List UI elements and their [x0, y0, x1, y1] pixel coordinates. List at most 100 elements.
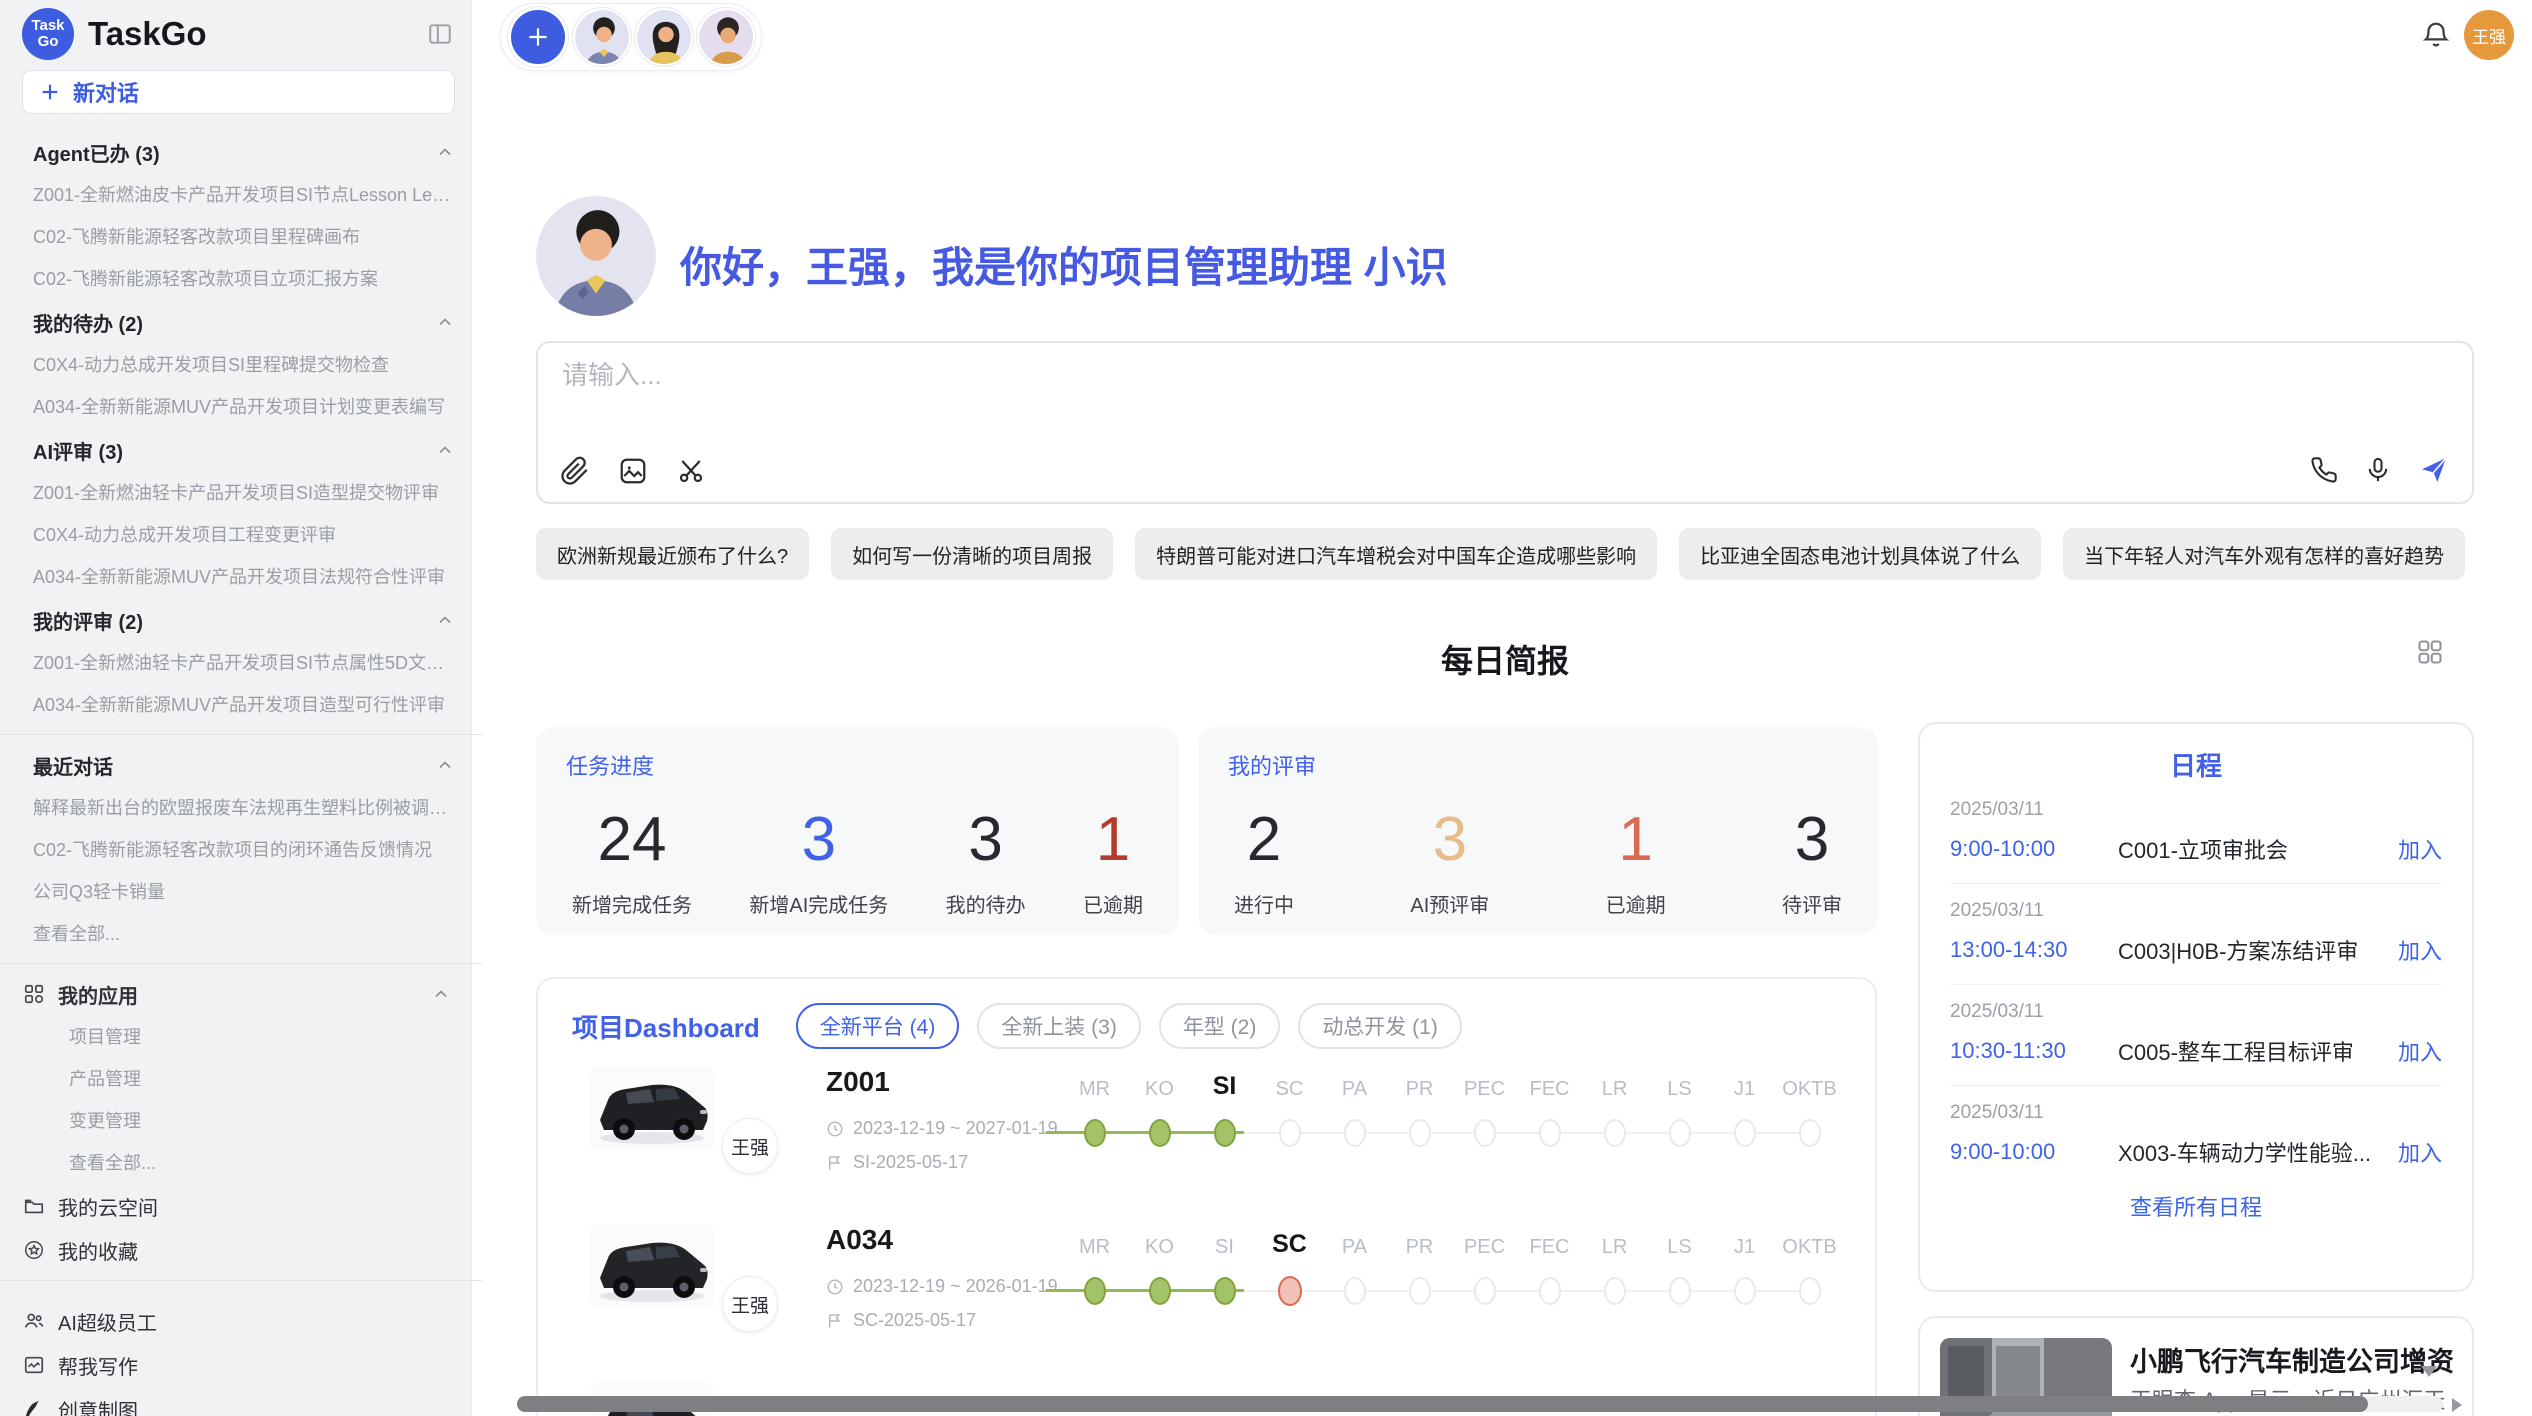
recent-chat-item[interactable]: 公司Q3轻卡销量 [33, 871, 455, 913]
sidebar-item[interactable]: A034-全新新能源MUV产品开发项目计划变更表编写 [33, 386, 455, 428]
sidebar-item-my-apps[interactable]: 我的应用 [22, 972, 455, 1016]
sidebar-item-help-write[interactable]: 帮我写作 [22, 1343, 455, 1387]
project-row[interactable]: 王强 Z001 2023-12-19 ~ 2027-01-19 SI-2025-… [538, 1062, 1875, 1220]
new-chat-button[interactable]: 新对话 [22, 70, 455, 114]
entry-date: 2025/03/11 [1950, 799, 2442, 821]
chevron-up-icon [435, 755, 455, 775]
suggestion-chip[interactable]: 当下年轻人对汽车外观有怎样的喜好趋势 [2063, 528, 2465, 580]
milestone-label: PEC [1452, 1236, 1517, 1259]
recent-chat-item[interactable]: C02-飞腾新能源轻客改款项目的闭环通告反馈情况 [33, 829, 455, 871]
cloud-space-label: 我的云空间 [58, 1192, 158, 1221]
plus-icon [39, 81, 61, 103]
milestone-label: J1 [1712, 1078, 1777, 1101]
notification-bell-icon[interactable] [2421, 20, 2451, 50]
send-icon[interactable] [2418, 454, 2450, 486]
logo-line1: Task [31, 18, 64, 34]
sidebar-item[interactable]: C0X4-动力总成开发项目工程变更评审 [33, 514, 455, 556]
schedule-entry: 2025/03/11 9:00-10:00 X003-车辆动力学性能验... 加… [1920, 1086, 2472, 1168]
sidebar-item[interactable]: Z001-全新燃油轻卡产品开发项目SI造型提交物评审 [33, 472, 455, 514]
sidebar-item-ai-super-staff[interactable]: AI超级员工 [22, 1299, 455, 1343]
sidebar-item[interactable]: C02-飞腾新能源轻客改款项目立项汇报方案 [33, 258, 455, 300]
section-header-recent-chats[interactable]: 最近对话 [33, 743, 455, 787]
horizontal-scrollbar[interactable] [517, 1396, 2443, 1412]
sidebar-collapse-icon[interactable] [425, 19, 455, 49]
suggestion-chip[interactable]: 如何写一份清晰的项目周报 [831, 528, 1113, 580]
suggestion-chip[interactable]: 比亚迪全固态电池计划具体说了什么 [1679, 528, 2041, 580]
sidebar-item[interactable]: Z001-全新燃油轻卡产品开发项目SI节点属性5D文件评审 [33, 642, 455, 684]
join-link[interactable]: 加入 [2398, 1136, 2442, 1168]
milestone-strip: MR KO SI SC PA PR PEC FEC LR LS J1 OKTB [1062, 1230, 1842, 1309]
scroll-right-arrow[interactable] [2452, 1398, 2462, 1412]
briefing-layout-icon[interactable] [2416, 638, 2444, 666]
view-all-chats-link[interactable]: 查看全部... [33, 913, 455, 955]
help-write-label: 帮我写作 [58, 1351, 138, 1380]
join-link[interactable]: 加入 [2398, 934, 2442, 966]
recent-chat-item[interactable]: 解释最新出台的欧盟报废车法规再生塑料比例被调至15%... [33, 787, 455, 829]
milestone-dot [1474, 1277, 1496, 1305]
milestone-label: SC [1257, 1078, 1322, 1101]
filter-all-new-platform[interactable]: 全新平台 (4) [796, 1003, 960, 1049]
entry-title: X003-车辆动力学性能验... [2118, 1136, 2398, 1168]
join-link[interactable]: 加入 [2398, 1035, 2442, 1067]
cloud-folder-icon [22, 1195, 46, 1217]
sidebar-item[interactable]: C0X4-动力总成开发项目SI里程碑提交物检查 [33, 344, 455, 386]
scroll-down-arrow[interactable] [2421, 1366, 2437, 1377]
milestone-dot [1344, 1119, 1366, 1147]
user-avatar[interactable]: 王强 [2464, 10, 2514, 60]
sidebar-item-cloud-space[interactable]: 我的云空间 [22, 1184, 455, 1228]
sidebar-item-favorites[interactable]: 我的收藏 [22, 1228, 455, 1272]
project-row[interactable]: 王强 A034 2023-12-19 ~ 2026-01-19 SC-2025-… [538, 1220, 1875, 1378]
add-agent-button[interactable] [507, 6, 569, 68]
horizontal-scrollbar-thumb[interactable] [517, 1396, 2368, 1412]
join-link[interactable]: 加入 [2398, 833, 2442, 865]
plus-icon [511, 10, 565, 64]
app-item-change-mgmt[interactable]: 变更管理 [33, 1100, 455, 1142]
sidebar-item[interactable]: A034-全新新能源MUV产品开发项目法规符合性评审 [33, 556, 455, 598]
suggestion-chip[interactable]: 特朗普可能对进口汽车增税会对中国车企造成哪些影响 [1135, 528, 1657, 580]
filter-new-body[interactable]: 全新上装 (3) [977, 1003, 1141, 1049]
chevron-up-icon [435, 312, 455, 332]
section-header-agent-done[interactable]: Agent已办 (3) [33, 130, 455, 174]
app-title: TaskGo [88, 15, 411, 53]
sidebar-item[interactable]: Z001-全新燃油皮卡产品开发项目SI节点Lesson Learn报告 [33, 174, 455, 216]
sidebar-item-creative-draw[interactable]: 创意制图 [22, 1387, 455, 1416]
milestone-dot [1734, 1277, 1756, 1305]
project-flag-date: SC-2025-05-17 [826, 1310, 976, 1331]
image-upload-icon[interactable] [618, 456, 648, 486]
section-header-my-review[interactable]: 我的评审 (2) [33, 598, 455, 642]
view-all-apps-link[interactable]: 查看全部... [33, 1142, 455, 1184]
app-item-product-mgmt[interactable]: 产品管理 [33, 1058, 455, 1100]
milestone-label: KO [1127, 1078, 1192, 1101]
sidebar-item[interactable]: A034-全新新能源MUV产品开发项目造型可行性评审 [33, 684, 455, 726]
milestone-label: PR [1387, 1078, 1452, 1101]
filter-model-year[interactable]: 年型 (2) [1159, 1003, 1281, 1049]
screenshot-scissors-icon[interactable] [676, 456, 706, 486]
app-item-project-mgmt[interactable]: 项目管理 [33, 1016, 455, 1058]
filter-powertrain[interactable]: 动总开发 (1) [1298, 1003, 1462, 1049]
agent-avatar-1[interactable] [573, 8, 631, 66]
suggestion-chips: 欧洲新规最近颁布了什么? 如何写一份清晰的项目周报 特朗普可能对进口汽车增税会对… [536, 528, 2496, 580]
agent-avatar-3[interactable] [697, 8, 755, 66]
milestone-dot [1799, 1119, 1821, 1147]
milestone-label: PEC [1452, 1078, 1517, 1101]
view-all-schedule-link[interactable]: 查看所有日程 [1920, 1190, 2472, 1222]
milestone-strip: MR KO SI SC PA PR PEC FEC LR LS J1 OKTB [1062, 1072, 1842, 1151]
my-review-card: 我的评审 2 进行中 3 AI预评审 1 已逾期 3 待评审 [1198, 727, 1878, 935]
section-header-my-todo[interactable]: 我的待办 (2) [33, 300, 455, 344]
schedule-entry: 2025/03/11 13:00-14:30 C003|H0B-方案冻结评审 加… [1920, 884, 2472, 966]
attachment-icon[interactable] [560, 456, 590, 486]
sidebar-item[interactable]: C02-飞腾新能源轻客改款项目里程碑画布 [33, 216, 455, 258]
clock-icon [826, 1278, 844, 1296]
milestone-label: PA [1322, 1078, 1387, 1101]
milestone-label: PA [1322, 1236, 1387, 1259]
section-header-ai-review[interactable]: AI评审 (3) [33, 428, 455, 472]
phone-call-icon[interactable] [2310, 456, 2338, 484]
taskgo-logo: Task Go [22, 8, 74, 60]
microphone-icon[interactable] [2364, 456, 2392, 484]
divider [0, 1280, 482, 1281]
chat-input[interactable] [560, 359, 2160, 392]
dashboard-title: 项目Dashboard [572, 1008, 760, 1045]
entry-time: 9:00-10:00 [1950, 1139, 2118, 1165]
suggestion-chip[interactable]: 欧洲新规最近颁布了什么? [536, 528, 809, 580]
agent-avatar-2[interactable] [635, 8, 693, 66]
